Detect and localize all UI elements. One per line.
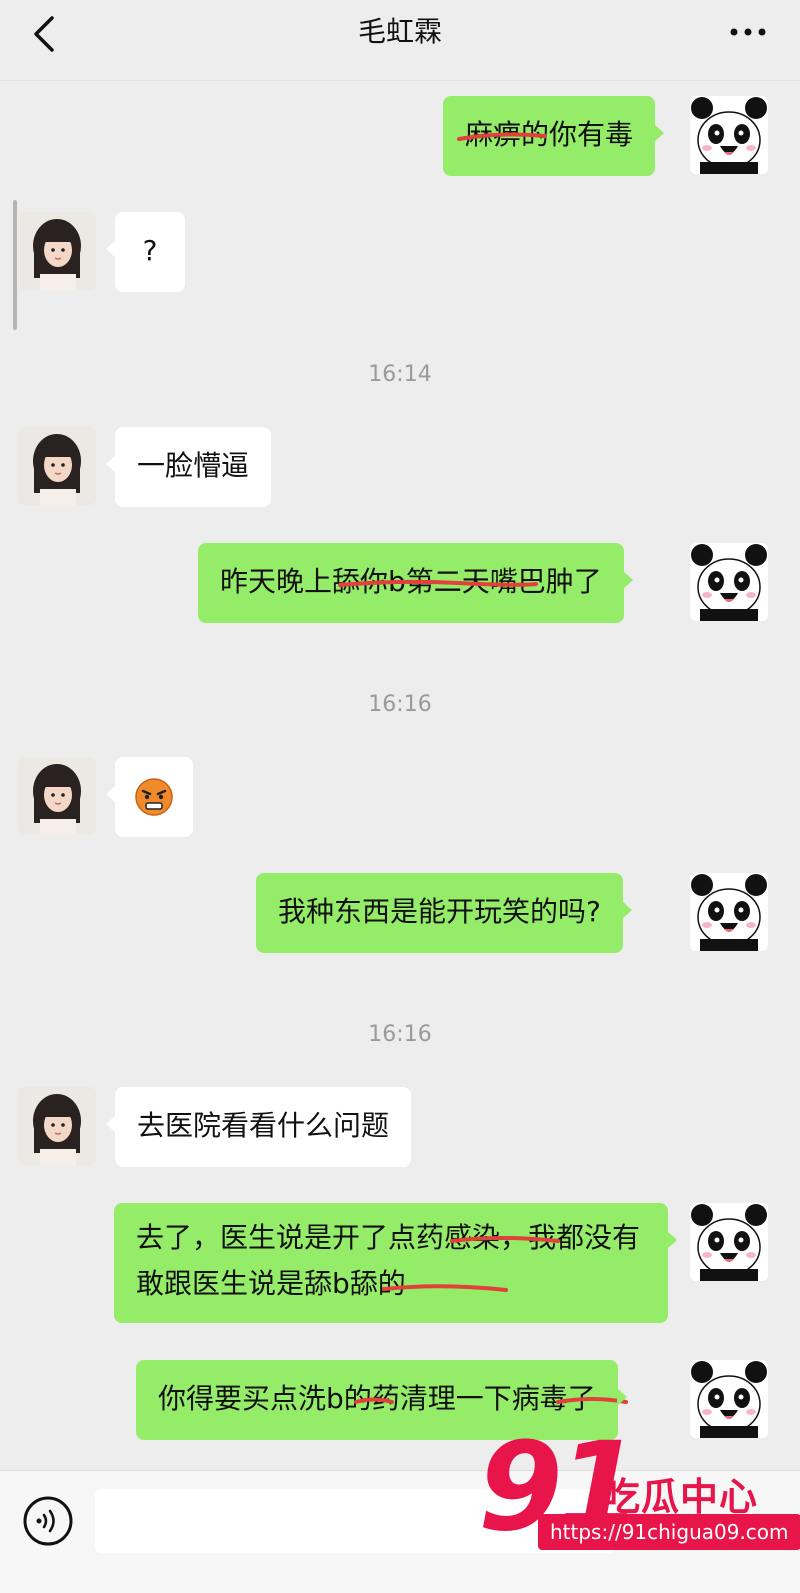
red-strike-mark: [457, 132, 547, 141]
avatar-panda[interactable]: [690, 873, 768, 951]
angry-face-emoji: [135, 778, 173, 816]
message-list[interactable]: 麻痹的你有毒 ? 16:14 一脸懵逼 昨天晚上舔你b第二天嘴巴肿了 16:16…: [0, 80, 800, 1470]
avatar-panda[interactable]: [690, 543, 768, 621]
message-bubble-incoming[interactable]: [106, 757, 193, 837]
avatar-panda[interactable]: [690, 1203, 768, 1281]
red-strike-mark: [556, 1397, 628, 1404]
voice-input-icon[interactable]: [22, 1495, 74, 1547]
red-strike-mark: [382, 1284, 508, 1292]
message-bubble-incoming[interactable]: 一脸懵逼: [105, 427, 272, 507]
message-bubble-outgoing[interactable]: 去了，医生说是开了点药感染，我都没有敢跟医生说是舔b舔的: [114, 1203, 677, 1323]
timestamp: 16:16: [368, 692, 432, 717]
avatar-girl[interactable]: [18, 1087, 96, 1165]
message-text: ?: [142, 234, 158, 267]
message-text: 去医院看看什么问题: [137, 1109, 390, 1142]
message-bubble-incoming[interactable]: ?: [106, 212, 185, 292]
timestamp: 16:14: [368, 362, 432, 387]
avatar-girl[interactable]: [18, 757, 96, 835]
watermark-brand-name: 吃瓜中心: [602, 1475, 759, 1519]
red-strike-mark: [338, 579, 538, 587]
message-bubble-outgoing[interactable]: 麻痹的你有毒: [443, 96, 665, 176]
avatar-girl[interactable]: [18, 427, 96, 505]
watermark-url: https://91chigua09.com: [538, 1514, 800, 1550]
site-watermark: 91 吃瓜中心 https://91chigua09.com: [476, 1424, 800, 1588]
message-bubble-incoming[interactable]: 去医院看看什么问题: [105, 1087, 412, 1167]
avatar-panda[interactable]: [690, 96, 768, 174]
more-options-icon[interactable]: [726, 18, 770, 46]
message-text: 我种东西是能开玩笑的吗?: [278, 895, 601, 928]
chat-header: 毛虹霖: [0, 0, 800, 81]
message-text: 一脸懵逼: [137, 449, 250, 482]
timestamp: 16:16: [368, 1022, 432, 1047]
avatar-girl[interactable]: [18, 212, 96, 290]
red-strike-mark: [450, 1236, 560, 1243]
message-bubble-outgoing[interactable]: 我种东西是能开玩笑的吗?: [256, 873, 632, 953]
contact-name-title: 毛虹霖: [357, 15, 442, 48]
avatar-panda[interactable]: [690, 1360, 768, 1438]
message-bubble-outgoing[interactable]: 昨天晚上舔你b第二天嘴巴肿了: [198, 543, 633, 623]
scroll-indicator: [13, 200, 17, 330]
red-strike-mark: [354, 1397, 394, 1404]
